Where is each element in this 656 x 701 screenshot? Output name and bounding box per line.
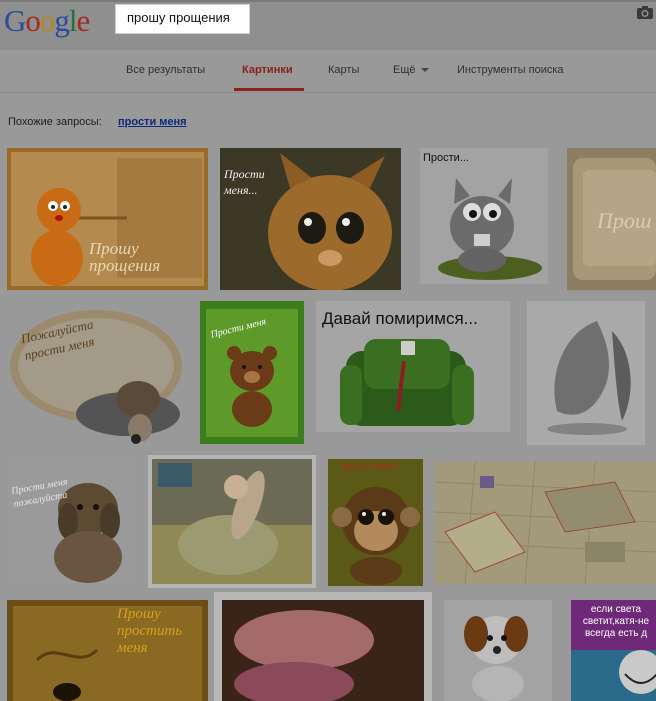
search-tabs: Все результаты Картинки Карты Ещё Инстру… [0,50,656,93]
image-caption: Давай помиримся... [322,309,478,328]
image-result[interactable]: прости меня [328,459,423,586]
image-result[interactable] [148,455,316,588]
logo-letter: e [76,3,91,38]
image-result[interactable]: Прости... [420,148,548,284]
tab-images[interactable]: Картинки [242,64,293,76]
active-tab-indicator [234,88,304,91]
tab-more[interactable]: Ещё [393,64,429,76]
image-caption: Прости... [423,152,469,164]
related-searches-label: Похожие запросы: [8,116,102,128]
image-result[interactable]: Прости меня пожалуйста [8,461,136,585]
image-result[interactable]: Пожалуйста прости меня [8,304,185,445]
logo-letter: G [4,3,26,38]
image-caption: Прош [597,208,652,233]
image-result[interactable] [214,592,432,701]
image-result[interactable]: Прошу прощения [7,148,208,290]
tab-maps[interactable]: Карты [328,64,359,76]
search-query: прошу прощения [127,10,230,25]
image-result[interactable] [527,301,645,445]
image-caption: Прошу простить меня [117,606,183,656]
tab-all-results[interactable]: Все результаты [126,64,205,76]
image-result[interactable]: Прошу простить меня [7,600,208,701]
image-caption: прости меня [340,461,398,472]
logo-letter: o [39,3,55,38]
search-input[interactable]: прошу прощения [115,4,250,34]
chevron-down-icon [420,68,429,73]
image-result[interactable] [444,600,552,701]
google-logo[interactable]: Google [4,3,91,39]
image-result[interactable]: Прош [567,148,656,290]
image-caption: Прошу прощения [89,239,161,275]
tab-search-tools[interactable]: Инструменты поиска [457,64,564,76]
image-result[interactable]: Прости меня [200,301,304,444]
logo-letter: o [25,3,40,38]
logo-letter: l [68,3,78,38]
logo-letter: g [54,3,69,38]
image-result[interactable]: Давай помиримся... [316,301,510,432]
image-result[interactable]: если света светит,катя-не всегда есть д [571,600,656,701]
image-caption: Прости меня... [224,167,265,197]
related-search-link[interactable]: прости меня [118,116,187,128]
image-caption: если света светит,катя-не всегда есть д [582,604,650,639]
image-result[interactable] [435,462,656,584]
tab-more-label: Ещё [393,64,416,76]
image-result[interactable]: Прости меня... [220,148,401,290]
header: Google прошу прощения [0,0,656,52]
camera-icon[interactable] [636,4,654,20]
